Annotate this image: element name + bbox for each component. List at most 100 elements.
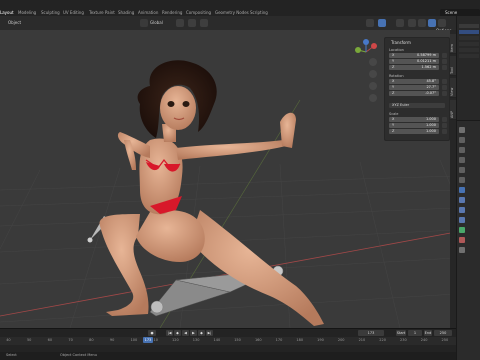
status-bar: Select Object Context Menu (0, 352, 456, 360)
location-y-field[interactable]: Y 0.01211 m (389, 59, 439, 64)
frame-tick-label: 130 (192, 338, 200, 342)
lock-icon[interactable] (442, 85, 447, 90)
status-select-hint: Select (6, 353, 17, 357)
pivot-icon[interactable] (176, 19, 184, 27)
rotation-y-field[interactable]: Y 27.7° (389, 85, 439, 90)
scale-label: Scale (389, 112, 399, 116)
lock-icon[interactable] (442, 123, 447, 128)
render-properties-icon[interactable] (459, 137, 465, 143)
frame-tick-label: 190 (317, 338, 324, 342)
playhead[interactable]: 173 (143, 337, 153, 343)
outliner-item[interactable] (459, 48, 479, 52)
scene-name: Scene (445, 10, 458, 15)
wireframe-shading-icon[interactable] (408, 19, 416, 27)
location-label: Location (389, 48, 404, 52)
start-frame-field[interactable]: 1 (408, 330, 422, 336)
end-frame-field[interactable]: 250 (434, 330, 452, 336)
play-icon[interactable]: ▶ (190, 330, 197, 336)
proportional-edit-icon[interactable] (200, 19, 208, 27)
xray-icon[interactable] (396, 19, 404, 27)
rendered-shading-icon[interactable] (438, 19, 446, 27)
scale-y-field[interactable]: Y 1.000 (389, 123, 439, 128)
start-label-box: Start (396, 330, 406, 336)
frame-tick-label: 220 (379, 338, 386, 342)
next-keyframe-icon[interactable]: ◆ (198, 330, 205, 336)
object-menu[interactable]: Object (8, 20, 21, 25)
current-frame-field[interactable]: 173 (358, 330, 384, 336)
frame-tick-label: 90 (109, 338, 115, 342)
data-properties-icon[interactable] (459, 227, 465, 233)
outliner-item[interactable] (459, 36, 479, 40)
frame-tick-label: 210 (358, 338, 366, 342)
outliner-item[interactable] (459, 54, 479, 58)
scale-x-field[interactable]: X 1.000 (389, 117, 439, 122)
zoom-icon[interactable] (369, 58, 377, 66)
tool-properties-icon[interactable] (459, 127, 465, 133)
view-layer-icon[interactable] (459, 157, 465, 163)
transform-panel-title: Transform (391, 40, 411, 45)
lock-icon[interactable] (442, 129, 447, 134)
frame-tick-label: 150 (234, 338, 241, 342)
world-properties-icon[interactable] (459, 177, 465, 183)
object-properties-icon[interactable] (459, 187, 465, 193)
frame-tick-label: 250 (441, 338, 449, 342)
scale-z-field[interactable]: Z 1.000 (389, 129, 439, 134)
particles-icon[interactable] (459, 207, 465, 213)
pan-hand-icon[interactable] (369, 70, 377, 78)
frame-tick-label: 80 (89, 338, 94, 342)
lock-icon[interactable] (442, 117, 447, 122)
lock-icon[interactable] (442, 91, 447, 96)
frame-tick-label: 40 (6, 338, 11, 342)
workspace-tabs-bar: Layout Modeling Sculpting UV Editing Tex… (0, 0, 480, 17)
rotation-mode-select[interactable]: XYZ Euler (389, 103, 445, 108)
timeline[interactable]: ● |◀ ◆ ◀ ▶ ◆ ▶| 173 Start 1 End 250 40 50… (0, 328, 456, 352)
scene-properties-icon[interactable] (459, 167, 465, 173)
output-properties-icon[interactable] (459, 147, 465, 153)
gizmo-toggle-icon[interactable] (366, 19, 374, 27)
modifier-properties-icon[interactable] (459, 197, 465, 203)
frame-tick-label: 120 (172, 338, 179, 342)
lock-icon[interactable] (442, 59, 447, 64)
snap-icon[interactable] (188, 19, 196, 27)
playback-controls: ● |◀ ◆ ◀ ▶ ◆ ▶| 173 Start 1 End 250 (0, 329, 456, 337)
frame-tick-label: 240 (420, 338, 428, 342)
perspective-toggle-icon[interactable] (369, 94, 377, 102)
frame-ruler[interactable]: 40 50 60 70 80 90 100 110 120 130 140 150 160 170 180 1… (0, 337, 456, 345)
texture-properties-icon[interactable] (459, 247, 465, 253)
outliner[interactable] (456, 16, 480, 120)
record-icon[interactable]: ● (148, 330, 156, 336)
material-shading-icon[interactable] (428, 19, 436, 27)
frame-tick-label: 50 (26, 338, 32, 342)
rotation-label: Rotation (389, 74, 404, 78)
frame-tick-label: 170 (275, 338, 283, 342)
lock-icon[interactable] (442, 65, 447, 70)
location-x-field[interactable]: X 0.58799 m (389, 53, 439, 58)
material-properties-icon[interactable] (459, 237, 465, 243)
frame-tick-label: 60 (47, 338, 53, 342)
rotation-x-field[interactable]: X 45.8° (389, 79, 439, 84)
navigation-gizmo[interactable] (355, 39, 377, 53)
orientation-icon[interactable] (140, 19, 148, 27)
properties-editor[interactable] (456, 120, 480, 360)
prev-keyframe-icon[interactable]: ◆ (174, 330, 181, 336)
physics-icon[interactable] (459, 217, 465, 223)
lock-icon[interactable] (442, 79, 447, 84)
sidebar-transform-panel: Transform Location X 0.58799 m Y 0.01211 m… (384, 37, 450, 141)
camera-view-icon[interactable] (369, 82, 377, 90)
jump-start-icon[interactable]: |◀ (166, 330, 173, 336)
jump-end-icon[interactable]: ▶| (206, 330, 213, 336)
outliner-item-selected[interactable] (459, 30, 479, 34)
frame-tick-label: 180 (296, 338, 304, 342)
frame-tick-label: 230 (400, 338, 407, 342)
play-reverse-icon[interactable]: ◀ (182, 330, 189, 336)
outliner-item[interactable] (459, 42, 479, 46)
lock-icon[interactable] (442, 53, 447, 58)
transform-orientation-select[interactable]: Global (150, 20, 163, 25)
frame-tick-label: 70 (68, 338, 73, 342)
rotation-z-field[interactable]: Z -0.07° (389, 91, 439, 96)
location-z-field[interactable]: Z 1.562 m (389, 65, 439, 70)
solid-shading-icon[interactable] (418, 19, 426, 27)
outliner-item[interactable] (459, 24, 479, 28)
frame-tick-label: 140 (213, 338, 221, 342)
overlay-toggle-icon[interactable] (378, 19, 386, 27)
